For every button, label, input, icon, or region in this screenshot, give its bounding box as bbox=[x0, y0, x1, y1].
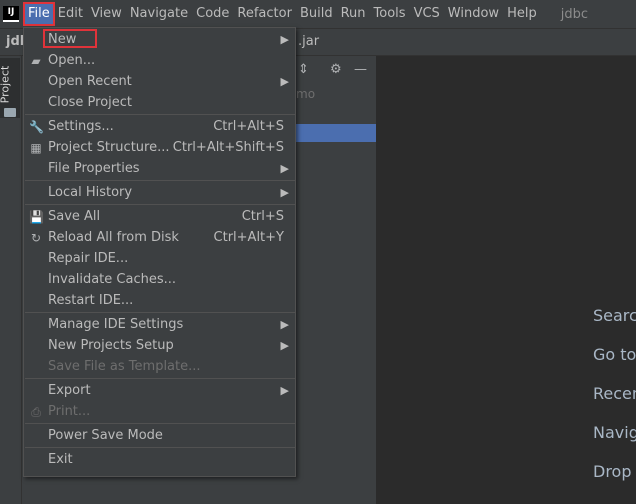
menu-help[interactable]: Help bbox=[503, 3, 541, 25]
submenu-arrow-icon: ▶ bbox=[280, 33, 289, 46]
editor-tab-jar[interactable]: .jar bbox=[298, 34, 319, 49]
submenu-arrow-icon: ▶ bbox=[280, 384, 289, 397]
collapse-all-icon[interactable]: ⇕ bbox=[298, 62, 309, 77]
menu-item-save-file-as-template: Save File as Template... bbox=[24, 356, 295, 377]
menu-item-label: Restart IDE... bbox=[48, 293, 134, 308]
menu-item-restart-ide[interactable]: Restart IDE... bbox=[24, 290, 295, 311]
menu-item-repair-ide[interactable]: Repair IDE... bbox=[24, 248, 295, 269]
menu-item-label: New Projects Setup bbox=[48, 338, 174, 353]
menu-separator bbox=[25, 378, 296, 379]
menu-code[interactable]: Code bbox=[192, 3, 233, 25]
menu-item-export[interactable]: Export ▶ bbox=[24, 380, 295, 401]
menu-navigate[interactable]: Navigate bbox=[126, 3, 192, 25]
project-panel-toolbar: ⇕ ⚙ — bbox=[296, 58, 374, 82]
save-icon: 💾 bbox=[29, 209, 44, 224]
menu-item-save-all[interactable]: 💾 Save All Ctrl+S bbox=[24, 206, 295, 227]
menu-item-reload-all[interactable]: ↻ Reload All from Disk Ctrl+Alt+Y bbox=[24, 227, 295, 248]
menu-view[interactable]: View bbox=[87, 3, 126, 25]
menu-item-label: Close Project bbox=[48, 95, 133, 110]
intellij-logo-icon: IJ bbox=[3, 6, 19, 22]
folder-icon bbox=[4, 108, 16, 117]
menu-item-file-properties[interactable]: File Properties ▶ bbox=[24, 158, 295, 179]
menu-file[interactable]: File bbox=[23, 2, 55, 26]
menu-bar: IJ File Edit View Navigate Code Refactor… bbox=[0, 0, 636, 28]
menu-item-label: Exit bbox=[48, 452, 73, 467]
editor-hint-navigate: Navig bbox=[593, 423, 636, 442]
menu-item-label: Repair IDE... bbox=[48, 251, 129, 266]
project-title: jdbc bbox=[560, 6, 588, 22]
menu-item-local-history[interactable]: Local History ▶ bbox=[24, 182, 295, 203]
menu-item-label: Reload All from Disk bbox=[48, 230, 179, 245]
menu-run[interactable]: Run bbox=[337, 3, 370, 25]
menu-separator bbox=[25, 447, 296, 448]
left-tool-strip bbox=[0, 56, 22, 504]
menu-item-label: File Properties bbox=[48, 161, 140, 176]
menu-item-label: Settings... bbox=[48, 119, 114, 134]
menu-item-power-save-mode[interactable]: Power Save Mode bbox=[24, 425, 295, 446]
menu-item-exit[interactable]: Exit bbox=[24, 449, 295, 470]
gear-icon[interactable]: ⚙ bbox=[330, 62, 342, 77]
menu-window[interactable]: Window bbox=[444, 3, 503, 25]
project-structure-icon: ▦ bbox=[30, 140, 42, 155]
menu-item-label: New bbox=[48, 32, 77, 47]
menu-item-label: Manage IDE Settings bbox=[48, 317, 184, 332]
menu-separator bbox=[25, 114, 296, 115]
menu-item-label: Power Save Mode bbox=[48, 428, 163, 443]
menu-item-close-project[interactable]: Close Project bbox=[24, 92, 295, 113]
menu-item-label: Local History bbox=[48, 185, 133, 200]
menu-item-shortcut: Ctrl+Alt+S bbox=[213, 119, 284, 134]
menu-item-label: Save All bbox=[48, 209, 101, 224]
menu-item-label: Open... bbox=[48, 53, 96, 68]
menu-item-shortcut: Ctrl+Alt+Shift+S bbox=[172, 140, 284, 155]
menu-item-label: Export bbox=[48, 383, 91, 398]
submenu-arrow-icon: ▶ bbox=[280, 318, 289, 331]
menu-item-label: Invalidate Caches... bbox=[48, 272, 177, 287]
menu-item-project-structure[interactable]: ▦ Project Structure... Ctrl+Alt+Shift+S bbox=[24, 137, 295, 158]
menu-separator bbox=[25, 204, 296, 205]
reload-icon: ↻ bbox=[30, 230, 42, 245]
menu-item-shortcut: Ctrl+S bbox=[241, 209, 284, 224]
menu-item-label: Open Recent bbox=[48, 74, 132, 89]
editor-hint-recent: Recen bbox=[593, 384, 636, 403]
menu-item-settings[interactable]: 🔧 Settings... Ctrl+Alt+S bbox=[24, 116, 295, 137]
project-tree-selected-row[interactable] bbox=[296, 124, 376, 142]
menu-separator bbox=[25, 423, 296, 424]
menu-tools[interactable]: Tools bbox=[370, 3, 410, 25]
menu-item-manage-ide-settings[interactable]: Manage IDE Settings ▶ bbox=[24, 314, 295, 335]
minimize-icon[interactable]: — bbox=[354, 62, 367, 77]
menu-edit[interactable]: Edit bbox=[54, 3, 87, 25]
project-tool-tab-label: Project bbox=[0, 65, 12, 104]
menu-separator bbox=[25, 180, 296, 181]
menu-item-open[interactable]: ▰ Open... bbox=[24, 50, 295, 71]
menu-separator bbox=[25, 312, 296, 313]
print-icon: ⎙ bbox=[31, 404, 41, 419]
submenu-arrow-icon: ▶ bbox=[280, 75, 289, 88]
menu-item-new-projects-setup[interactable]: New Projects Setup ▶ bbox=[24, 335, 295, 356]
menu-refactor[interactable]: Refactor bbox=[233, 3, 296, 25]
menu-item-invalidate-caches[interactable]: Invalidate Caches... bbox=[24, 269, 295, 290]
menu-item-label: Print... bbox=[48, 404, 91, 419]
menu-item-shortcut: Ctrl+Alt+Y bbox=[213, 230, 284, 245]
submenu-arrow-icon: ▶ bbox=[280, 339, 289, 352]
menu-vcs[interactable]: VCS bbox=[410, 3, 444, 25]
project-tree-item[interactable]: mo bbox=[296, 87, 315, 101]
menu-item-open-recent[interactable]: Open Recent ▶ bbox=[24, 71, 295, 92]
file-menu-dropdown: New ▶ ▰ Open... Open Recent ▶ Close Proj… bbox=[23, 27, 296, 477]
editor-hint-search: Search bbox=[593, 306, 636, 325]
menu-item-label: Project Structure... bbox=[48, 140, 170, 155]
wrench-icon: 🔧 bbox=[29, 119, 44, 134]
menu-build[interactable]: Build bbox=[296, 3, 337, 25]
menu-item-new[interactable]: New ▶ bbox=[24, 29, 295, 50]
folder-icon: ▰ bbox=[31, 53, 41, 68]
editor-hint-goto: Go to bbox=[593, 345, 636, 364]
menu-item-label: Save File as Template... bbox=[48, 359, 201, 374]
submenu-arrow-icon: ▶ bbox=[280, 186, 289, 199]
submenu-arrow-icon: ▶ bbox=[280, 162, 289, 175]
menu-item-print: ⎙ Print... bbox=[24, 401, 295, 422]
editor-hint-drop: Drop bbox=[593, 462, 632, 481]
